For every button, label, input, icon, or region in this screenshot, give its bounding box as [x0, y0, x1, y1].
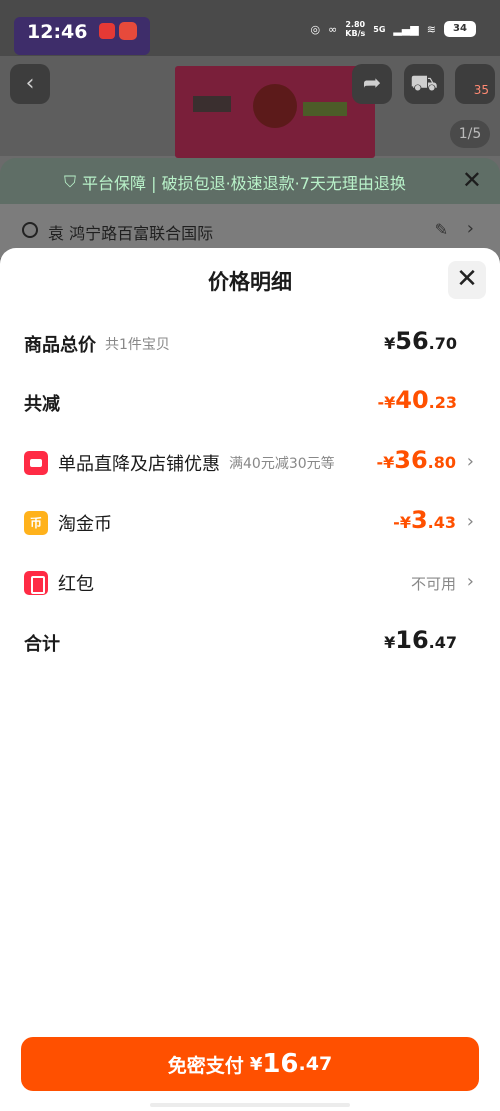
shield-check-icon: ⛉: [64, 172, 77, 191]
pay-button[interactable]: 免密支付 ¥16.47: [21, 1037, 479, 1091]
net-speed: 2.80 KB/s: [345, 20, 365, 38]
price-currency: -¥: [393, 513, 411, 532]
price-integer: 56: [395, 327, 429, 355]
product-tag: [303, 102, 347, 116]
goods-total-price: ¥56.70: [384, 327, 457, 355]
price-currency: ¥: [384, 334, 396, 353]
row-label: 淘金币: [58, 514, 112, 535]
product-logo: [253, 84, 297, 128]
subtotal-price: ¥16.47: [384, 626, 457, 654]
share-icon[interactable]: ➦: [352, 64, 392, 104]
row-sublabel: 共1件宝贝: [105, 337, 170, 353]
row-label: 共减: [24, 394, 60, 415]
row-taobao-coins-label-wrap: 币 淘金币: [24, 510, 112, 536]
product-label: [193, 96, 231, 112]
row-subtotal: 合计 ¥16.47: [0, 622, 500, 662]
chevron-right-icon: ›: [466, 571, 474, 592]
status-indicators: ◎ ∞ 2.80 KB/s 5G ▂▄▆ ≋ 34: [310, 20, 476, 38]
pay-currency: ¥: [249, 1053, 263, 1075]
pay-decimal: .47: [298, 1053, 333, 1075]
more-button[interactable]: 35: [455, 64, 495, 104]
price-integer: 16: [395, 626, 429, 654]
notification-app-icon: [99, 23, 115, 39]
wallet-icon: ∞: [328, 22, 338, 36]
row-store-discount[interactable]: 单品直降及店铺优惠 满40元减30元等 -¥36.80 ›: [0, 442, 500, 482]
row-label: 合计: [24, 634, 60, 655]
location-pin-icon: [22, 222, 38, 238]
net-speed-value: 2.80: [345, 20, 366, 29]
red-envelope-icon: [24, 571, 48, 595]
cart-badge: 35: [473, 83, 489, 97]
pay-integer: 16: [262, 1049, 299, 1079]
row-taobao-coins[interactable]: 币 淘金币 -¥3.43 ›: [0, 502, 500, 542]
signal-icon: ▂▄▆: [393, 22, 419, 36]
price-currency: -¥: [377, 393, 396, 412]
price-detail-sheet: 价格明细 ✕ 商品总价 共1件宝贝 ¥56.70 共减 -¥40.23 单品直降…: [0, 248, 500, 1111]
row-sublabel: 满40元减30元等: [229, 456, 335, 472]
status-pill: 12:46: [14, 17, 150, 55]
chevron-right-icon: ›: [466, 218, 474, 239]
wifi-icon: ≋: [426, 22, 436, 36]
network-type: 5G: [373, 24, 386, 34]
guarantee-text: ⛉ 平台保障 | 破损包退·极速退款·7天无理由退换: [64, 170, 406, 194]
product-image[interactable]: [175, 66, 375, 158]
row-red-envelope[interactable]: 红包 不可用 ›: [0, 562, 500, 602]
row-label: 商品总价: [24, 335, 96, 356]
row-red-envelope-label-wrap: 红包: [24, 570, 94, 596]
price-decimal: .47: [428, 633, 457, 652]
pay-button-label: 免密支付: [167, 1054, 244, 1077]
status-bar: 12:46 ◎ ∞ 2.80 KB/s 5G ▂▄▆ ≋ 34: [0, 0, 500, 56]
row-label: 单品直降及店铺优惠: [58, 454, 220, 475]
back-arrow-icon[interactable]: ‹: [10, 64, 50, 104]
price-integer: 40: [395, 386, 429, 414]
notification-app-icon-2: [119, 22, 137, 40]
price-decimal: .70: [428, 334, 457, 353]
address-text: 袁 鸿宁路百富联合国际: [48, 224, 214, 243]
price-integer: 3: [410, 506, 428, 534]
net-speed-unit: KB/s: [345, 29, 366, 38]
total-discount-price: -¥40.23: [377, 386, 457, 414]
store-discount-price: -¥36.80: [376, 446, 456, 474]
close-icon[interactable]: ✕: [462, 166, 482, 194]
status-time: 12:46: [27, 21, 88, 43]
price-decimal: .43: [427, 513, 456, 532]
price-currency: -¥: [376, 453, 395, 472]
product-top-nav: ‹ ➦ ⛟ 35 1/5: [0, 56, 500, 158]
coin-icon: 币: [24, 511, 48, 535]
chevron-right-icon: ›: [466, 511, 474, 532]
battery-indicator: 34: [444, 21, 476, 37]
home-indicator[interactable]: [150, 1103, 350, 1107]
close-icon[interactable]: ✕: [448, 261, 486, 299]
price-decimal: .23: [428, 393, 457, 412]
red-envelope-status: 不可用: [410, 575, 456, 593]
price-decimal: .80: [427, 453, 456, 472]
row-total-discount-label-wrap: 共减: [24, 390, 60, 416]
row-goods-total-label-wrap: 商品总价 共1件宝贝: [24, 331, 170, 357]
nfc-icon: ◎: [310, 22, 321, 36]
row-store-discount-label-wrap: 单品直降及店铺优惠 满40元减30元等: [24, 450, 335, 476]
chevron-right-icon: ›: [466, 451, 474, 472]
coins-discount-price: -¥3.43: [393, 506, 456, 534]
row-total-discount: 共减 -¥40.23: [0, 382, 500, 422]
row-goods-total: 商品总价 共1件宝贝 ¥56.70: [0, 323, 500, 363]
price-currency: ¥: [384, 633, 396, 652]
row-subtotal-label-wrap: 合计: [24, 630, 60, 656]
guarantee-bar: ⛉ 平台保障 | 破损包退·极速退款·7天无理由退换 ✕: [0, 158, 500, 204]
image-counter: 1/5: [450, 120, 490, 148]
edit-icon[interactable]: ✎: [435, 220, 448, 239]
sheet-title: 价格明细: [208, 270, 292, 294]
guarantee-label: 平台保障 | 破损包退·极速退款·7天无理由退换: [82, 174, 406, 193]
price-integer: 36: [394, 446, 428, 474]
discount-tag-icon: [24, 451, 48, 475]
cart-icon[interactable]: ⛟: [404, 64, 444, 104]
row-label: 红包: [58, 574, 94, 595]
